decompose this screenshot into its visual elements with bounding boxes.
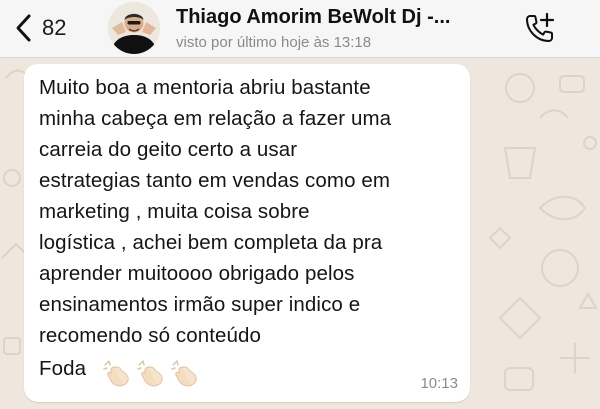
clapping-hands-emoji-icon bbox=[137, 360, 163, 387]
chevron-left-icon bbox=[16, 14, 31, 42]
message-line: marketing , muita coisa sobre bbox=[39, 200, 310, 223]
back-button[interactable]: 82 bbox=[14, 10, 66, 46]
chat-header: 82 Thiago Amorim BeWolt Dj -... visto po… bbox=[0, 0, 600, 58]
message-line: aprender muitoooo obrigado pelos bbox=[39, 262, 355, 285]
message-timestamp: 10:13 bbox=[420, 375, 458, 392]
clapping-hands-emoji-icon bbox=[103, 360, 129, 387]
contact-name[interactable]: Thiago Amorim BeWolt Dj -... bbox=[176, 6, 450, 29]
message-line: estrategias tanto em vendas como em bbox=[39, 169, 391, 192]
avatar[interactable] bbox=[108, 2, 160, 54]
add-call-icon[interactable] bbox=[522, 10, 558, 46]
clap-emoji-group bbox=[102, 359, 200, 389]
message-bubble[interactable]: Muito boa a mentoria abriu bastante minh… bbox=[24, 64, 470, 402]
message-line: ensinamentos irmão super indico e bbox=[39, 293, 361, 316]
message-line: minha cabeça em relação a fazer uma bbox=[39, 107, 392, 130]
message-line: Muito boa a mentoria abriu bastante bbox=[39, 76, 371, 99]
message-line: Foda bbox=[39, 357, 87, 380]
unread-count: 82 bbox=[42, 15, 67, 40]
message-line: carreia do geito certo a usar bbox=[39, 138, 298, 161]
last-seen-status: visto por último hoje às 13:18 bbox=[176, 34, 372, 51]
message-line: recomendo só conteúdo bbox=[39, 324, 262, 347]
message-line: logística , achei bem completa da pra bbox=[39, 231, 383, 254]
clapping-hands-emoji-icon bbox=[171, 360, 197, 387]
